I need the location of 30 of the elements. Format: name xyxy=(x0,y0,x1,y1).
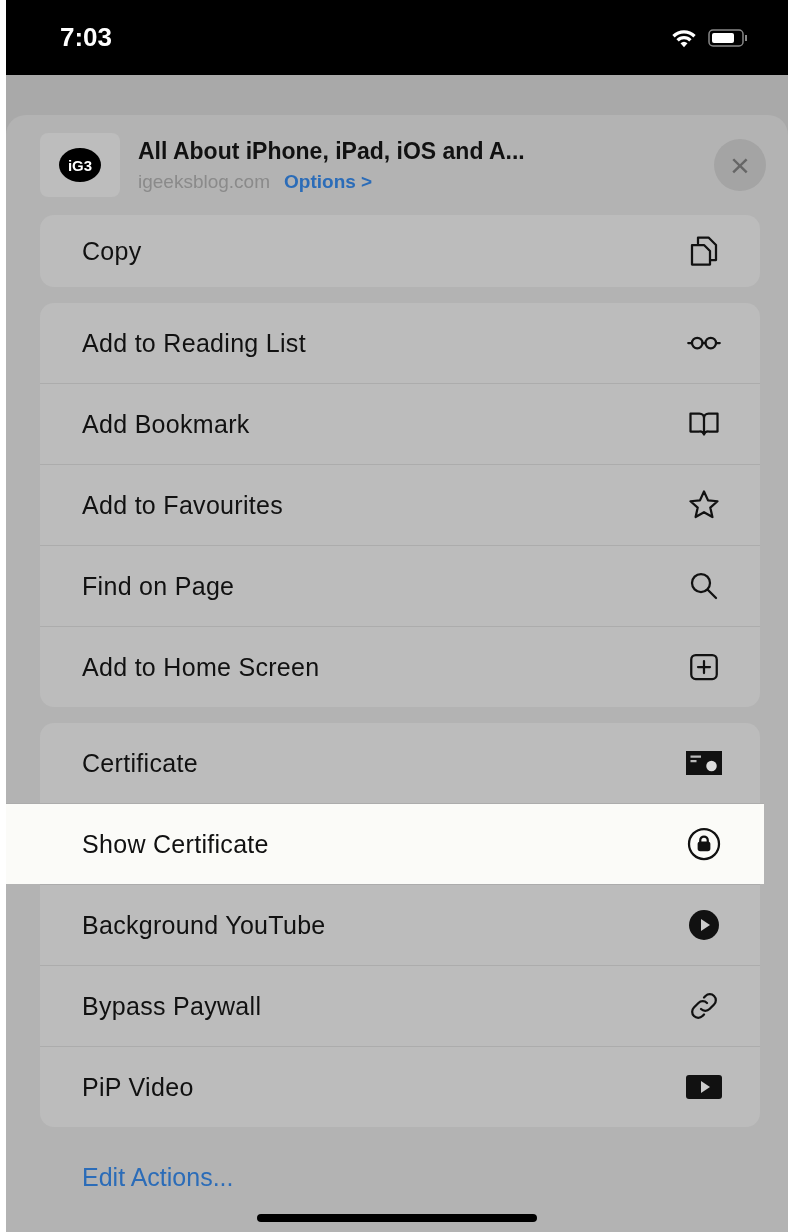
certificate-icon xyxy=(686,748,722,778)
action-row[interactable]: Add to Favourites xyxy=(40,464,760,545)
action-label: Copy xyxy=(82,236,142,266)
play-circle-icon xyxy=(686,907,722,943)
action-row[interactable]: Certificate xyxy=(40,723,760,803)
battery-icon xyxy=(708,27,748,48)
action-label: Add Bookmark xyxy=(82,409,250,439)
status-time: 7:03 xyxy=(60,22,113,53)
action-label: Background YouTube xyxy=(82,910,326,940)
page-title: All About iPhone, iPad, iOS and A... xyxy=(138,137,526,165)
action-row[interactable]: Bypass Paywall xyxy=(40,965,760,1046)
action-row[interactable]: Add to Home Screen xyxy=(40,626,760,707)
action-label: Show Certificate xyxy=(82,829,269,859)
action-row[interactable]: Copy xyxy=(40,215,760,287)
action-label: Add to Home Screen xyxy=(82,652,320,682)
site-logo: iG3 xyxy=(59,148,101,182)
action-label: Add to Favourites xyxy=(82,490,284,520)
action-row[interactable]: Show Certificate xyxy=(6,803,764,884)
action-row[interactable]: PiP Video xyxy=(40,1046,760,1127)
action-row[interactable]: Add to Reading List xyxy=(40,303,760,383)
action-label: Add to Reading List xyxy=(82,328,306,358)
action-label: Certificate xyxy=(82,748,198,778)
action-row[interactable]: Background YouTube xyxy=(40,884,760,965)
action-row[interactable]: Find on Page xyxy=(40,545,760,626)
action-label: Find on Page xyxy=(82,571,235,601)
lock-icon xyxy=(686,826,722,862)
action-label: Bypass Paywall xyxy=(82,991,262,1021)
action-row[interactable]: Add Bookmark xyxy=(40,383,760,464)
video-icon xyxy=(686,1072,722,1102)
action-label: PiP Video xyxy=(82,1072,194,1102)
